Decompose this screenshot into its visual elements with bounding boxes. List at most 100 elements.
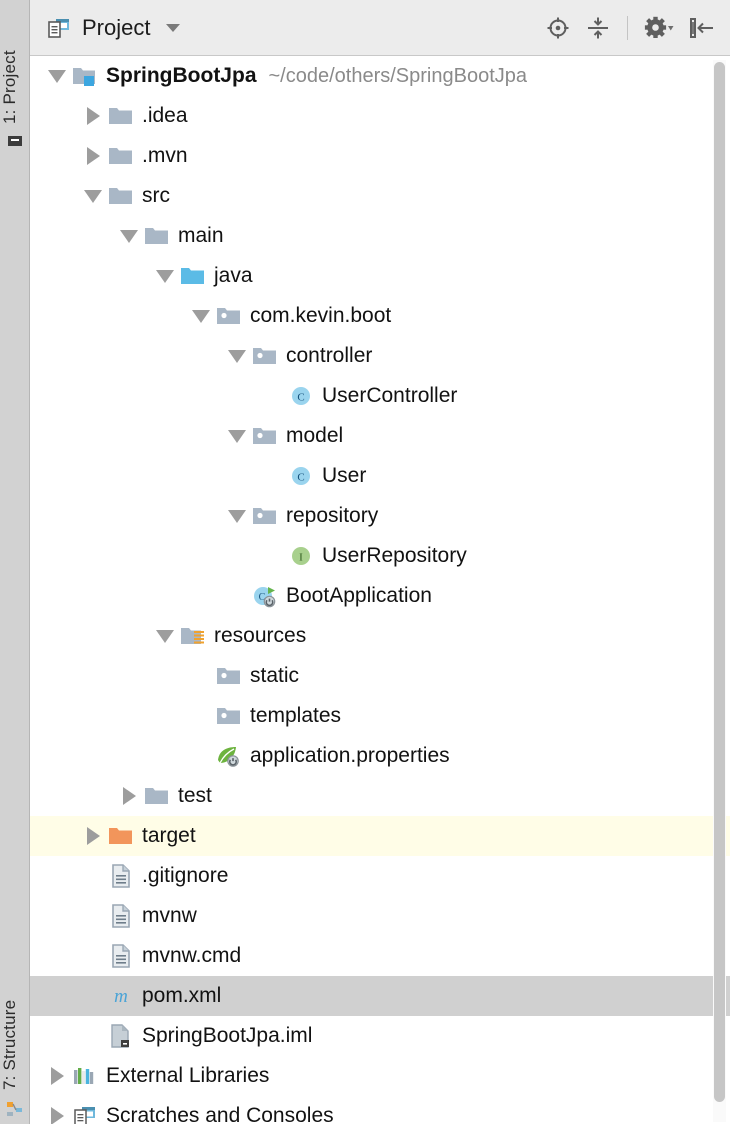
tree-row[interactable]: .gitignore <box>30 856 730 896</box>
svg-text:I: I <box>299 552 303 564</box>
project-title-group[interactable]: Project <box>46 15 181 41</box>
project-tree-viewport[interactable]: SpringBootJpa ~/code/others/SpringBootJpa… <box>30 56 730 1124</box>
tree-row-label: UserController <box>322 384 458 407</box>
sidebar-tab-structure[interactable]: 7: Structure <box>0 982 30 1094</box>
package-icon <box>214 664 244 688</box>
tree-row[interactable]: External Libraries <box>30 1056 730 1096</box>
tree-row[interactable]: I UserRepository <box>30 536 730 576</box>
vertical-scrollbar[interactable] <box>713 60 726 1122</box>
text-file-icon <box>106 863 136 889</box>
java-class-icon: C <box>286 464 316 488</box>
text-file-icon <box>106 903 136 929</box>
tree-expand-arrow-down-icon[interactable] <box>188 309 214 323</box>
tree-row[interactable]: controller <box>30 336 730 376</box>
tree-row-label: External Libraries <box>106 1064 270 1087</box>
tree-row[interactable]: templates <box>30 696 730 736</box>
tree-expand-arrow-down-icon[interactable] <box>152 269 178 283</box>
toolbar-actions <box>545 15 716 41</box>
hide-panel-icon[interactable] <box>688 15 716 41</box>
tree-row[interactable]: repository <box>30 496 730 536</box>
svg-text:C: C <box>297 392 304 404</box>
tree-row-label: application.properties <box>250 744 450 767</box>
tree-expand-arrow-right-icon[interactable] <box>80 147 106 165</box>
tree-row[interactable]: SpringBootJpa ~/code/others/SpringBootJpa <box>30 56 730 96</box>
tree-row[interactable]: target <box>30 816 730 856</box>
tree-expand-arrow-right-icon[interactable] <box>44 1067 70 1085</box>
tree-row[interactable]: test <box>30 776 730 816</box>
svg-text:C: C <box>297 472 304 484</box>
tree-row-label: SpringBootJpa <box>106 64 257 87</box>
tree-row[interactable]: C User <box>30 456 730 496</box>
tree-row-label: BootApplication <box>286 584 432 607</box>
left-tool-strip: 1: Project 7: Structure <box>0 0 30 1124</box>
spring-boot-class-icon: C <box>250 584 280 608</box>
tree-row-label: templates <box>250 704 342 727</box>
tree-row[interactable]: static <box>30 656 730 696</box>
source-root-icon <box>178 264 208 288</box>
tree-row-label: UserRepository <box>322 544 467 567</box>
tree-row-label: SpringBootJpa.iml <box>142 1024 313 1047</box>
tree-row-label: controller <box>286 344 373 367</box>
tree-row[interactable]: application.properties <box>30 736 730 776</box>
sidebar-tab-structure-label: 7: Structure <box>0 999 19 1090</box>
locate-file-icon[interactable] <box>545 15 571 41</box>
tree-row-label: main <box>178 224 224 247</box>
tree-expand-arrow-down-icon[interactable] <box>224 429 250 443</box>
tree-row-label: src <box>142 184 170 207</box>
iml-module-file-icon <box>106 1023 136 1049</box>
tree-row[interactable]: src <box>30 176 730 216</box>
tree-row[interactable]: Scratches and Consoles <box>30 1096 730 1124</box>
scratches-icon <box>70 1104 100 1124</box>
tree-row-label: com.kevin.boot <box>250 304 392 327</box>
tree-row-label: Scratches and Consoles <box>106 1104 334 1124</box>
tree-row[interactable]: C BootApplication <box>30 576 730 616</box>
tree-expand-arrow-down-icon[interactable] <box>44 69 70 83</box>
tree-row[interactable]: mvnw.cmd <box>30 936 730 976</box>
tree-row[interactable]: main <box>30 216 730 256</box>
package-icon <box>214 304 244 328</box>
tree-row[interactable]: .mvn <box>30 136 730 176</box>
tree-row-label: .idea <box>142 104 188 127</box>
tree-expand-arrow-down-icon[interactable] <box>80 189 106 203</box>
tree-row-label: target <box>142 824 196 847</box>
external-libraries-icon <box>70 1064 100 1088</box>
collapse-all-icon[interactable] <box>585 15 611 41</box>
maven-pom-icon: m <box>106 984 136 1008</box>
tree-row[interactable]: mvnw <box>30 896 730 936</box>
scrollbar-thumb[interactable] <box>714 62 725 1102</box>
tree-expand-arrow-down-icon[interactable] <box>152 629 178 643</box>
tree-expand-arrow-right-icon[interactable] <box>80 827 106 845</box>
tree-expand-arrow-right-icon[interactable] <box>44 1107 70 1124</box>
folder-icon <box>106 184 136 208</box>
tree-row[interactable]: com.kevin.boot <box>30 296 730 336</box>
svg-text:m: m <box>114 986 128 1007</box>
tree-row[interactable]: model <box>30 416 730 456</box>
tree-row[interactable]: m pom.xml <box>30 976 730 1016</box>
tree-expand-arrow-down-icon[interactable] <box>116 229 142 243</box>
sidebar-tab-project[interactable]: 1: Project <box>0 8 30 128</box>
chevron-down-icon[interactable] <box>166 23 181 32</box>
settings-gear-icon[interactable] <box>644 15 674 41</box>
tree-row[interactable]: .idea <box>30 96 730 136</box>
tree-row[interactable]: java <box>30 256 730 296</box>
tree-row-label: mvnw.cmd <box>142 944 242 967</box>
tree-row[interactable]: resources <box>30 616 730 656</box>
tree-row-label: User <box>322 464 367 487</box>
tree-expand-arrow-right-icon[interactable] <box>80 107 106 125</box>
excluded-folder-icon <box>106 824 136 848</box>
tree-row-label: pom.xml <box>142 984 222 1007</box>
tree-expand-arrow-down-icon[interactable] <box>224 349 250 363</box>
tree-row[interactable]: SpringBootJpa.iml <box>30 1016 730 1056</box>
folder-icon <box>106 144 136 168</box>
tree-expand-arrow-right-icon[interactable] <box>116 787 142 805</box>
tree-row-label: resources <box>214 624 307 647</box>
java-class-icon: C <box>286 384 316 408</box>
tree-row-label: .gitignore <box>142 864 229 887</box>
folder-icon <box>142 784 172 808</box>
tree-row-label: repository <box>286 504 379 527</box>
package-icon <box>250 424 280 448</box>
tree-row-path: ~/code/others/SpringBootJpa <box>268 64 528 87</box>
tree-row[interactable]: C UserController <box>30 376 730 416</box>
tree-expand-arrow-down-icon[interactable] <box>224 509 250 523</box>
package-icon <box>250 344 280 368</box>
